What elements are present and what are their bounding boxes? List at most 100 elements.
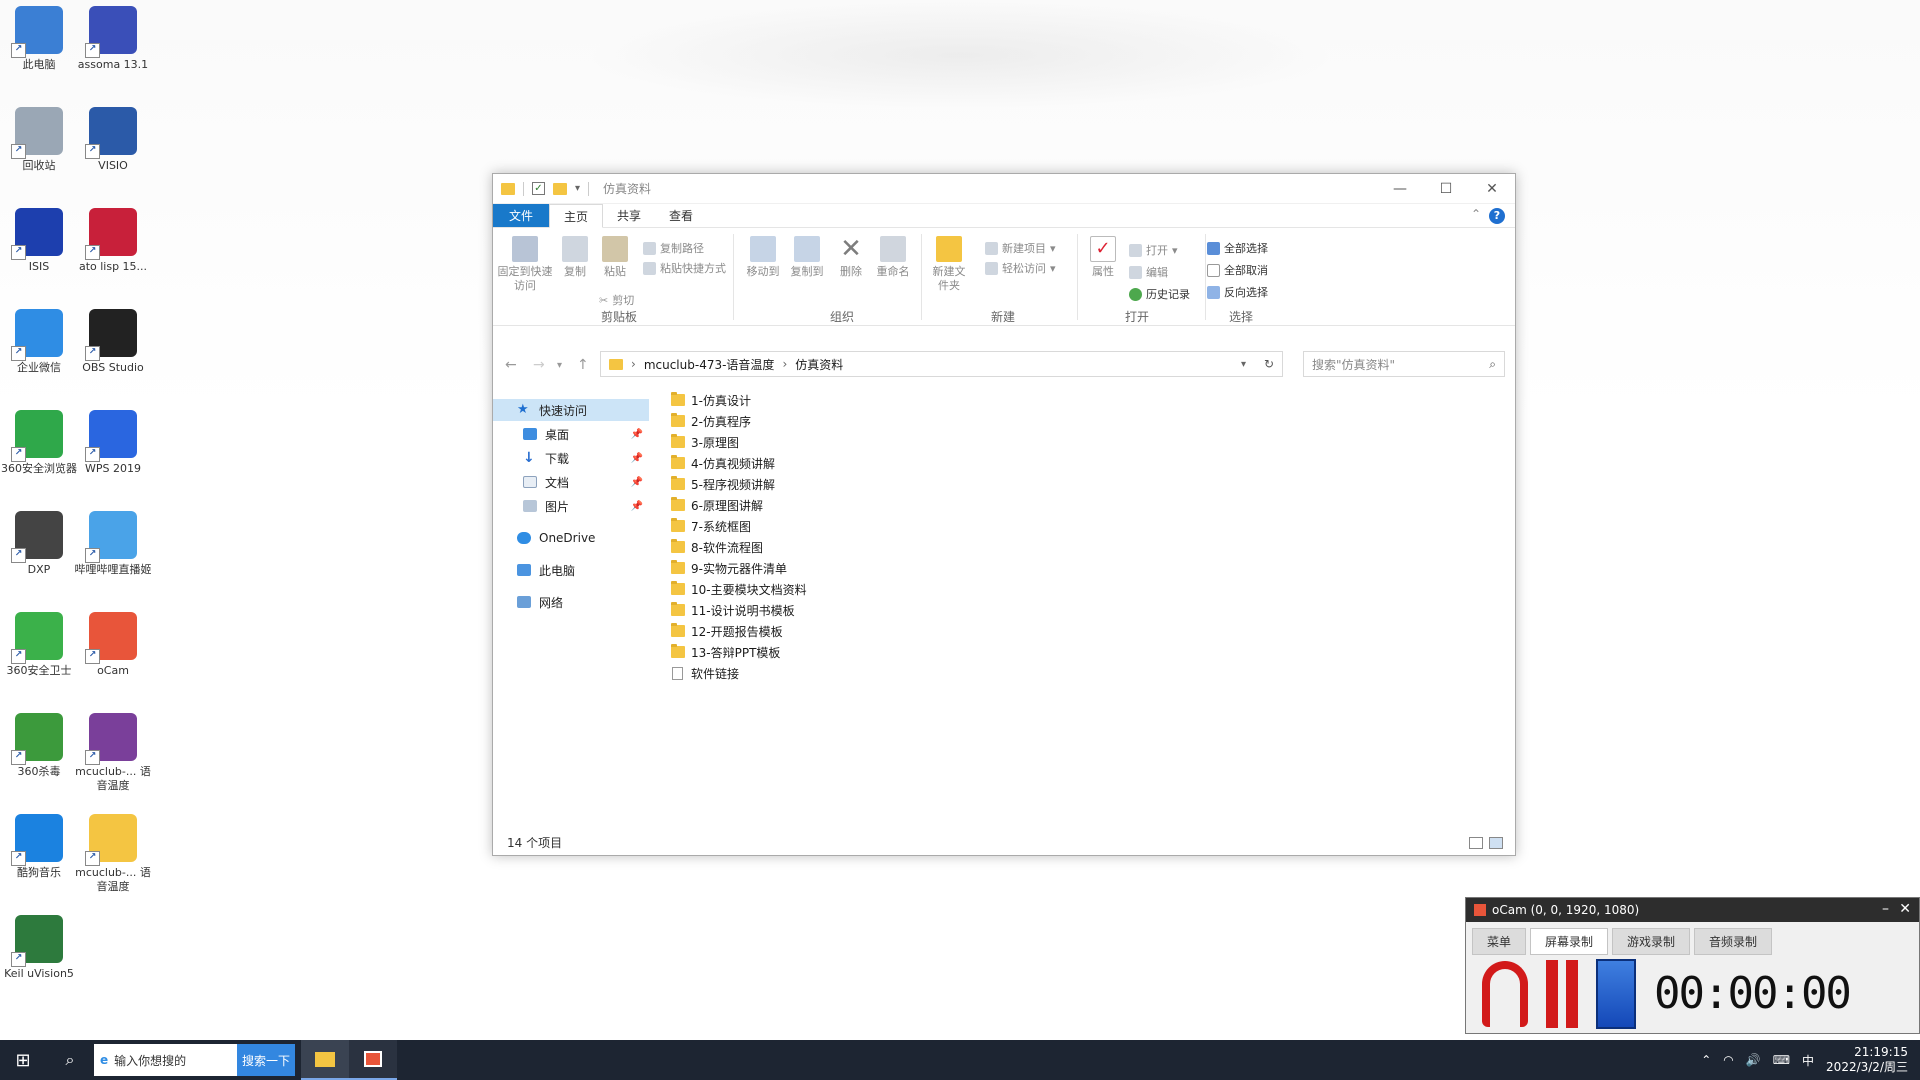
desktop-shortcut[interactable]: ISIS: [0, 208, 78, 274]
nav-onedrive[interactable]: OneDrive: [493, 527, 649, 549]
address-dropdown-icon[interactable]: ▾: [1241, 359, 1246, 370]
nav-downloads[interactable]: ↓ 下载 📌: [493, 447, 649, 469]
title-bar[interactable]: ✓ ▾ 仿真资料 — ☐ ✕: [493, 174, 1515, 204]
taskbar-file-explorer[interactable]: [301, 1040, 349, 1080]
desktop-shortcut[interactable]: 酷狗音乐: [0, 814, 78, 880]
tab-share[interactable]: 共享: [603, 204, 655, 227]
nav-quick-access[interactable]: ★ 快速访问: [493, 399, 649, 421]
properties-quick-icon[interactable]: ✓: [532, 182, 545, 195]
tab-view[interactable]: 查看: [655, 204, 707, 227]
nav-this-pc[interactable]: 此电脑: [493, 559, 649, 581]
list-item[interactable]: 12-开题报告模板: [671, 621, 783, 641]
volume-icon[interactable]: 🔊: [1746, 1053, 1761, 1067]
up-arrow-icon[interactable]: ↑: [577, 357, 589, 373]
edit-button[interactable]: 编辑: [1129, 264, 1168, 280]
desktop-shortcut[interactable]: 企业微信: [0, 309, 78, 375]
rename-button[interactable]: 重命名: [873, 236, 913, 279]
search-icon[interactable]: ⌕: [46, 1040, 94, 1080]
list-item[interactable]: 10-主要模块文档资料: [671, 579, 807, 599]
windows-start-icon[interactable]: ⊞: [0, 1040, 46, 1080]
new-folder-button[interactable]: 新建文件夹: [929, 236, 969, 293]
list-item[interactable]: 1-仿真设计: [671, 390, 751, 410]
close-icon[interactable]: ✕: [1469, 174, 1515, 204]
recent-locations-chevron-icon[interactable]: ▾: [557, 360, 562, 371]
desktop-shortcut[interactable]: 回收站: [0, 107, 78, 173]
stop-button[interactable]: [1596, 958, 1636, 1029]
copy-to-button[interactable]: 复制到: [787, 236, 827, 279]
desktop-shortcut[interactable]: VISIO: [74, 107, 152, 173]
large-icons-view-icon[interactable]: [1489, 837, 1503, 849]
desktop-shortcut[interactable]: OBS Studio: [74, 309, 152, 375]
ocam-tab-audio-record[interactable]: 音频录制: [1694, 928, 1773, 955]
help-icon[interactable]: ?: [1489, 208, 1505, 224]
list-item[interactable]: 5-程序视频讲解: [671, 474, 775, 494]
ocam-tab-game-record[interactable]: 游戏录制: [1612, 928, 1691, 955]
easy-access-button[interactable]: 轻松访问 ▾: [985, 260, 1056, 276]
copy-path-button[interactable]: 复制路径: [643, 240, 704, 256]
desktop-shortcut[interactable]: ato lisp 15...: [74, 208, 152, 274]
list-item[interactable]: 6-原理图讲解: [671, 495, 763, 515]
forward-arrow-icon[interactable]: →: [533, 357, 545, 373]
tab-file[interactable]: 文件: [493, 204, 550, 227]
new-item-button[interactable]: 新建项目 ▾: [985, 240, 1056, 256]
desktop-shortcut[interactable]: mcuclub-... 语音温度: [74, 814, 152, 894]
ime-indicator[interactable]: 中: [1802, 1052, 1814, 1069]
delete-button[interactable]: ✕ 删除: [833, 236, 869, 279]
ocam-tab-screen-record[interactable]: 屏幕录制: [1530, 928, 1609, 955]
desktop-shortcut[interactable]: 哔哩哔哩直播姬: [74, 511, 152, 577]
wifi-icon[interactable]: ◠: [1723, 1053, 1733, 1067]
nav-network[interactable]: 网络: [493, 591, 649, 613]
paste-shortcut-button[interactable]: 粘贴快捷方式: [643, 260, 726, 276]
desktop-shortcut[interactable]: 360杀毒: [0, 713, 78, 779]
list-item[interactable]: 13-答辩PPT模板: [671, 642, 780, 662]
list-item[interactable]: 软件链接: [671, 663, 739, 683]
cut-button[interactable]: ✂ 剪切: [599, 292, 634, 308]
chevron-up-icon[interactable]: ⌃: [1701, 1053, 1711, 1067]
keyboard-icon[interactable]: ⌨: [1773, 1053, 1790, 1067]
desktop-shortcut[interactable]: 此电脑: [0, 6, 78, 72]
copy-button[interactable]: 复制: [557, 236, 593, 279]
address-bar[interactable]: › mcuclub-473-语音温度 › 仿真资料 ▾ ↻: [600, 351, 1283, 377]
list-item[interactable]: 11-设计说明书模板: [671, 600, 795, 620]
pause-button[interactable]: [1546, 959, 1578, 1028]
desktop-shortcut[interactable]: assoma 13.1: [74, 6, 152, 72]
desktop-shortcut[interactable]: mcuclub-... 语音温度: [74, 713, 152, 793]
history-button[interactable]: 历史记录: [1129, 286, 1190, 302]
collapse-ribbon-icon[interactable]: ⌃: [1471, 207, 1481, 221]
breadcrumb-current[interactable]: 仿真资料: [795, 356, 843, 373]
search-input[interactable]: 搜索"仿真资料" ⌕: [1303, 351, 1505, 377]
taskbar-search-button[interactable]: 搜索一下: [237, 1044, 295, 1076]
list-item[interactable]: 3-原理图: [671, 432, 739, 452]
list-item[interactable]: 4-仿真视频讲解: [671, 453, 775, 473]
list-item[interactable]: 7-系统框图: [671, 516, 751, 536]
nav-pictures[interactable]: 图片 📌: [493, 495, 649, 517]
desktop-shortcut[interactable]: Keil uVision5: [0, 915, 78, 981]
minimize-icon[interactable]: –: [1882, 901, 1889, 917]
desktop-shortcut[interactable]: WPS 2019: [74, 410, 152, 476]
pin-quick-access-button[interactable]: 固定到快速访问: [497, 236, 553, 293]
clock[interactable]: 21:19:15 2022/3/2/周三: [1826, 1045, 1908, 1075]
back-arrow-icon[interactable]: ←: [505, 357, 517, 373]
list-item[interactable]: 8-软件流程图: [671, 537, 763, 557]
desktop-shortcut[interactable]: oCam: [74, 612, 152, 678]
nav-documents[interactable]: 文档 📌: [493, 471, 649, 493]
ocam-title-bar[interactable]: oCam (0, 0, 1920, 1080) – ✕: [1466, 898, 1919, 922]
list-item[interactable]: 9-实物元器件清单: [671, 558, 787, 578]
refresh-icon[interactable]: ↻: [1264, 357, 1274, 371]
desktop-shortcut[interactable]: DXP: [0, 511, 78, 577]
list-item[interactable]: 2-仿真程序: [671, 411, 751, 431]
invert-selection-button[interactable]: 反向选择: [1207, 284, 1268, 300]
details-view-icon[interactable]: [1469, 837, 1483, 849]
maximize-icon[interactable]: ☐: [1423, 174, 1469, 204]
open-button[interactable]: 打开 ▾: [1129, 242, 1178, 258]
tab-home[interactable]: 主页: [549, 204, 604, 228]
select-all-button[interactable]: 全部选择: [1207, 240, 1268, 256]
move-to-button[interactable]: 移动到: [743, 236, 783, 279]
record-button[interactable]: [1482, 960, 1528, 1027]
customize-quick-access-icon[interactable]: ▾: [575, 183, 580, 194]
select-none-button[interactable]: 全部取消: [1207, 262, 1268, 278]
taskbar-search-input[interactable]: e 输入你想搜的: [94, 1044, 237, 1076]
minimize-icon[interactable]: —: [1377, 174, 1423, 204]
paste-button[interactable]: 粘贴: [597, 236, 633, 279]
properties-button[interactable]: ✓ 属性: [1085, 236, 1121, 279]
